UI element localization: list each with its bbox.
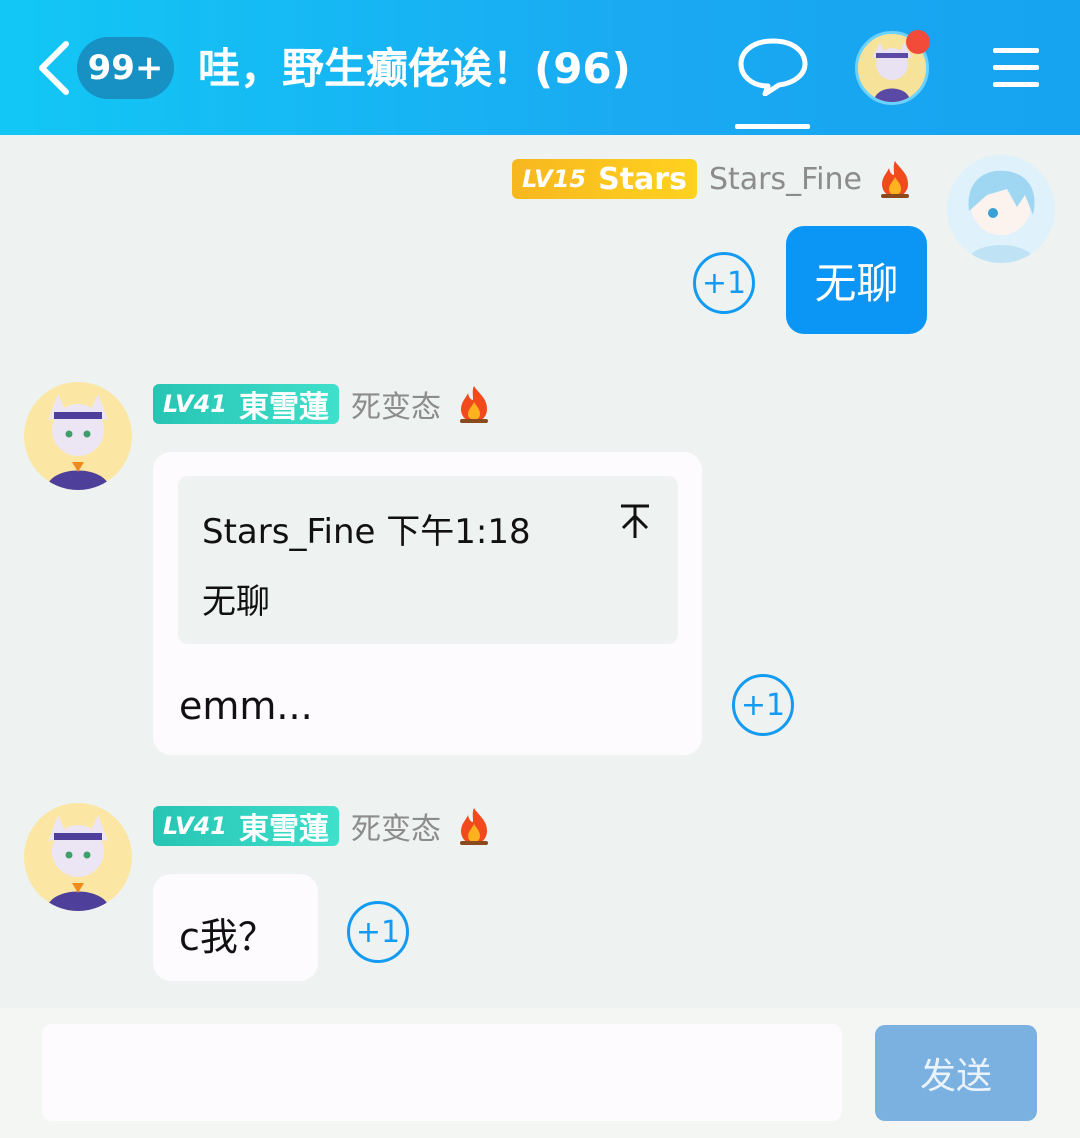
anime-avatar-icon: [46, 815, 110, 911]
message-text: emm...: [179, 684, 313, 728]
send-button[interactable]: 发送: [875, 1025, 1037, 1121]
fire-icon: [459, 808, 488, 845]
quoted-message[interactable]: Stars_Fine 下午1:18 无聊: [178, 476, 678, 644]
unread-count-badge[interactable]: 99+: [77, 37, 174, 99]
arrow-up-icon[interactable]: [618, 502, 652, 542]
hamburger-menu-icon[interactable]: [993, 48, 1039, 88]
back-chevron-icon[interactable]: [34, 40, 74, 96]
sender-line: LV15 Stars Stars_Fine: [512, 157, 912, 201]
quote-text: 无聊: [202, 582, 270, 622]
plus-one-button[interactable]: +1: [732, 674, 794, 736]
sender-line: LV41 東雪蓮 死变态: [153, 804, 491, 848]
level-badge: LV15 Stars: [512, 159, 697, 199]
message-bubble[interactable]: c我？: [153, 874, 318, 981]
notification-dot: [906, 30, 930, 54]
plus-one-button[interactable]: +1: [347, 901, 409, 963]
message-input[interactable]: [42, 1024, 842, 1121]
anime-avatar-icon: [46, 394, 110, 490]
message-bubble[interactable]: Stars_Fine 下午1:18 无聊 emm...: [153, 452, 702, 755]
sender-nickname: Stars_Fine: [708, 161, 862, 197]
message-text: c我？: [179, 915, 276, 959]
fire-icon: [459, 386, 488, 423]
sender-avatar[interactable]: [24, 803, 132, 911]
level-badge: LV41 東雪蓮: [153, 384, 339, 425]
level-badge: LV41 東雪蓮: [153, 806, 339, 847]
sender-nickname: 死变态: [350, 812, 441, 847]
fire-icon: [881, 161, 909, 198]
quote-sender-time: Stars_Fine 下午1:18: [202, 512, 531, 552]
top-bar: 99+ 哇，野生癫佬诶！(96): [0, 0, 1080, 135]
plus-one-button[interactable]: +1: [693, 252, 755, 314]
anime-avatar-icon: [967, 170, 1035, 263]
sender-avatar[interactable]: [947, 155, 1055, 263]
sender-avatar[interactable]: [24, 382, 132, 490]
group-title: 哇，野生癫佬诶！(96): [198, 44, 631, 93]
active-tab-indicator: [735, 124, 810, 129]
chat-bubble-icon[interactable]: [735, 36, 811, 96]
sender-nickname: 死变态: [350, 390, 441, 425]
message-bubble[interactable]: 无聊: [786, 226, 927, 334]
sender-line: LV41 東雪蓮 死变态: [153, 382, 491, 426]
